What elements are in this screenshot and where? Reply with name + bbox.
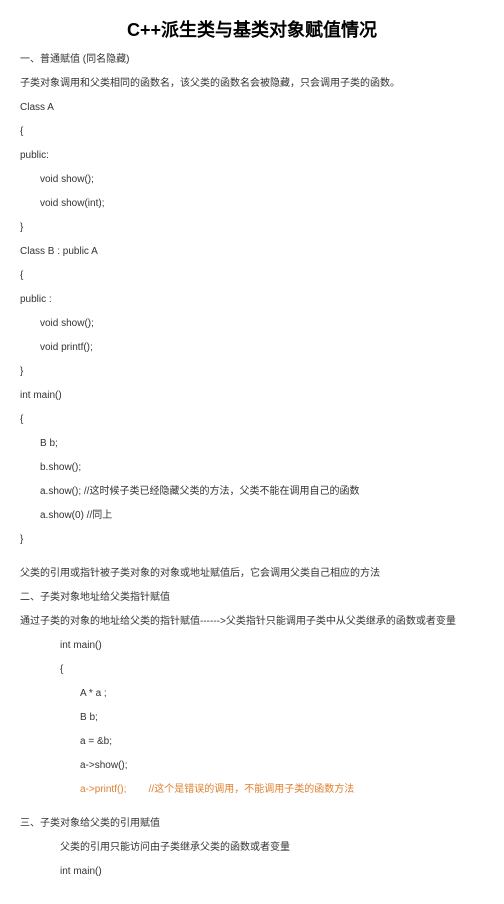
code-line: int main() bbox=[20, 388, 484, 404]
section-1-desc: 子类对象调用和父类相同的函数名，该父类的函数名会被隐藏，只会调用子类的函数。 bbox=[20, 76, 484, 92]
code-line: } bbox=[20, 220, 484, 236]
code-line: int main() bbox=[20, 638, 484, 654]
code-line: a->show(); bbox=[20, 758, 484, 774]
section-1-head: 一、普通赋值 (同名隐藏) bbox=[20, 52, 484, 68]
code-line: a = &b; bbox=[20, 734, 484, 750]
code-line: void show(); bbox=[20, 172, 484, 188]
section-2-pre: 父类的引用或指针被子类对象的对象或地址赋值后，它会调用父类自己相应的方法 bbox=[20, 566, 484, 582]
code-line: a.show(); //这时候子类已经隐藏父类的方法，父类不能在调用自己的函数 bbox=[20, 484, 484, 500]
code-line: A * a ; bbox=[20, 686, 484, 702]
code-line: void show(); bbox=[20, 316, 484, 332]
code-line: void show(int); bbox=[20, 196, 484, 212]
code-line: public: bbox=[20, 148, 484, 164]
section-3-head: 三、子类对象给父类的引用赋值 bbox=[20, 816, 484, 832]
code-line: Class A bbox=[20, 100, 484, 116]
code-line: B b; bbox=[20, 710, 484, 726]
code-line: b.show(); bbox=[20, 460, 484, 476]
section-3-desc: 父类的引用只能访问由子类继承父类的函数或者变量 bbox=[20, 840, 484, 856]
code-line: { bbox=[20, 412, 484, 428]
code-line: { bbox=[20, 268, 484, 284]
code-line: int main() bbox=[20, 864, 484, 880]
code-line: Class B : public A bbox=[20, 244, 484, 260]
code-line: a.show(0) //同上 bbox=[20, 508, 484, 524]
code-line-error: a->printf(); //这个是错误的调用，不能调用子类的函数方法 bbox=[20, 782, 484, 798]
code-line: void printf(); bbox=[20, 340, 484, 356]
section-2-head: 二、子类对象地址给父类指针赋值 bbox=[20, 590, 484, 606]
error-call: a->printf(); bbox=[80, 784, 126, 795]
code-line: public : bbox=[20, 292, 484, 308]
code-line: } bbox=[20, 532, 484, 548]
code-line: } bbox=[20, 364, 484, 380]
section-2-desc: 通过子类的对象的地址给父类的指针赋值------>父类指针只能调用子类中从父类继… bbox=[20, 614, 484, 630]
code-line: B b; bbox=[20, 436, 484, 452]
error-comment: //这个是错误的调用，不能调用子类的函数方法 bbox=[149, 784, 355, 795]
page-title: C++派生类与基类对象赋值情况 bbox=[20, 16, 484, 42]
code-line: { bbox=[20, 662, 484, 678]
code-line: { bbox=[20, 124, 484, 140]
